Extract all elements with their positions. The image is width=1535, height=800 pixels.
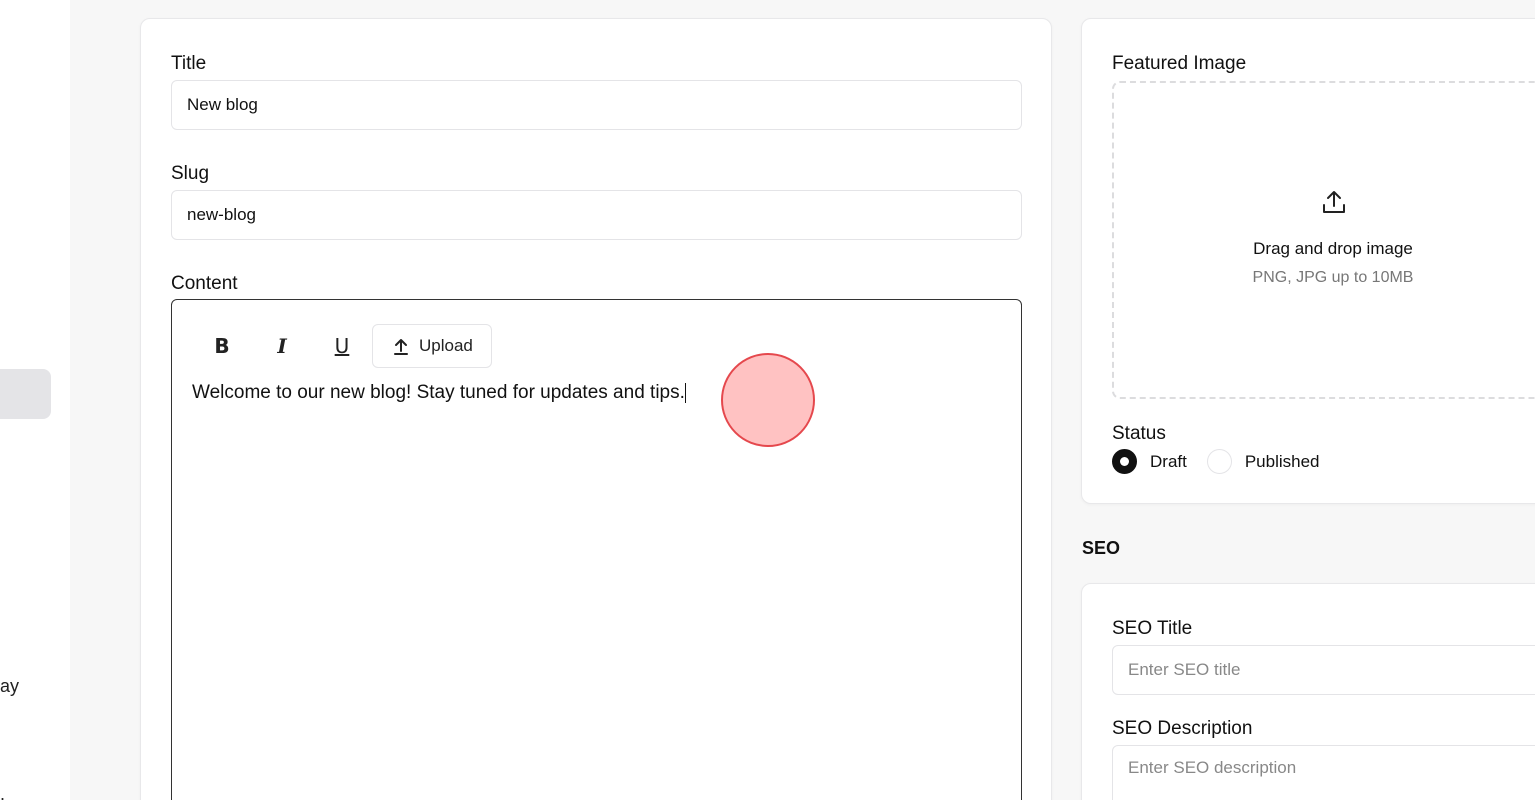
title-input-value: New blog (187, 95, 258, 114)
status-draft-label[interactable]: Draft (1150, 452, 1187, 472)
editor-toolbar: B I U Upload (192, 324, 492, 368)
italic-button[interactable]: I (252, 324, 312, 368)
underline-button[interactable]: U (312, 324, 372, 368)
bold-button[interactable]: B (192, 324, 252, 368)
status-radio-group: Draft Published (1112, 449, 1340, 474)
seo-title-input[interactable]: Enter SEO title (1112, 645, 1535, 695)
seo-description-label: SEO Description (1112, 718, 1253, 739)
seo-description-placeholder: Enter SEO description (1128, 758, 1297, 777)
seo-heading: SEO (1082, 538, 1121, 558)
sidebar: ay . (0, 0, 70, 800)
upload-arrow-icon (394, 339, 408, 355)
seo-title-label: SEO Title (1112, 618, 1193, 639)
seo-card: SEO Title Enter SEO title SEO Descriptio… (1081, 583, 1535, 800)
title-input[interactable]: New blog (171, 80, 1022, 130)
sidebar-active-item[interactable] (0, 369, 51, 419)
editor-content-text: Welcome to our new blog! Stay tuned for … (192, 382, 685, 403)
text-caret (684, 382, 686, 403)
status-published-label[interactable]: Published (1245, 452, 1320, 472)
slug-input-value: new-blog (187, 205, 256, 224)
status-label: Status (1112, 423, 1166, 444)
content-label: Content (171, 273, 238, 294)
seo-title-placeholder: Enter SEO title (1128, 660, 1241, 679)
title-label: Title (171, 53, 207, 74)
featured-image-label: Featured Image (1112, 53, 1247, 74)
status-draft-radio[interactable] (1112, 449, 1137, 474)
editor-content[interactable]: Welcome to our new blog! Stay tuned for … (192, 382, 686, 404)
sidebar-item-label[interactable]: ay (0, 676, 19, 697)
status-published-radio[interactable] (1206, 449, 1232, 474)
content-editor[interactable]: B I U Upload Welcome to our new blog! St… (171, 299, 1022, 800)
dropzone-title: Drag and drop image (1253, 239, 1413, 258)
dropzone-hint: PNG, JPG up to 10MB (1252, 269, 1414, 286)
sidebar-item-label[interactable]: . (0, 784, 5, 800)
slug-input[interactable]: new-blog (171, 190, 1022, 240)
publish-settings-card: Featured Image Drag and drop image PNG, … (1081, 18, 1535, 504)
upload-icon (1323, 191, 1345, 213)
post-form-card: Title New blog Slug new-blog Content B I… (140, 18, 1052, 800)
seo-description-input[interactable]: Enter SEO description (1112, 745, 1535, 800)
click-indicator (721, 353, 815, 447)
upload-button-label: Upload (419, 336, 473, 355)
upload-button[interactable]: Upload (372, 324, 492, 368)
image-dropzone[interactable]: Drag and drop image PNG, JPG up to 10MB (1112, 81, 1535, 399)
slug-label: Slug (171, 163, 210, 184)
